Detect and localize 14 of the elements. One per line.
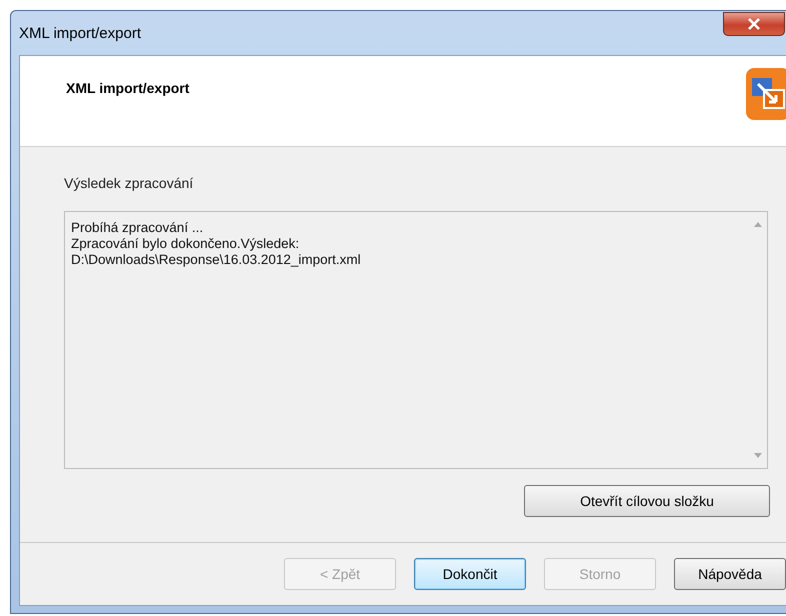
log-textarea[interactable]: Probíhá zpracování ... Zpracování bylo dokončeno.Výsledek: D:\Downloads\Response\16.03.2012_import.xml	[64, 211, 768, 469]
dialog-button[interactable]: Nápověda	[674, 558, 786, 590]
section-label: Výsledek zpracování	[64, 175, 194, 191]
header-title: XML import/export	[66, 80, 190, 96]
scroll-up-icon[interactable]	[754, 222, 762, 227]
open-folder-button[interactable]: Otevřít cílovou složku	[524, 485, 770, 517]
close-button[interactable]	[723, 12, 785, 36]
scroll-down-icon[interactable]	[754, 453, 762, 458]
window-title: XML import/export	[19, 24, 141, 42]
log-line: Probíhá zpracování ...	[71, 220, 204, 236]
log-line: D:\Downloads\Response\16.03.2012_import.xml	[71, 252, 362, 268]
log-line: Zpracování bylo dokončeno.Výsledek:	[71, 236, 300, 252]
dialog-button[interactable]: Dokončit	[414, 558, 526, 590]
close-icon	[747, 18, 761, 30]
